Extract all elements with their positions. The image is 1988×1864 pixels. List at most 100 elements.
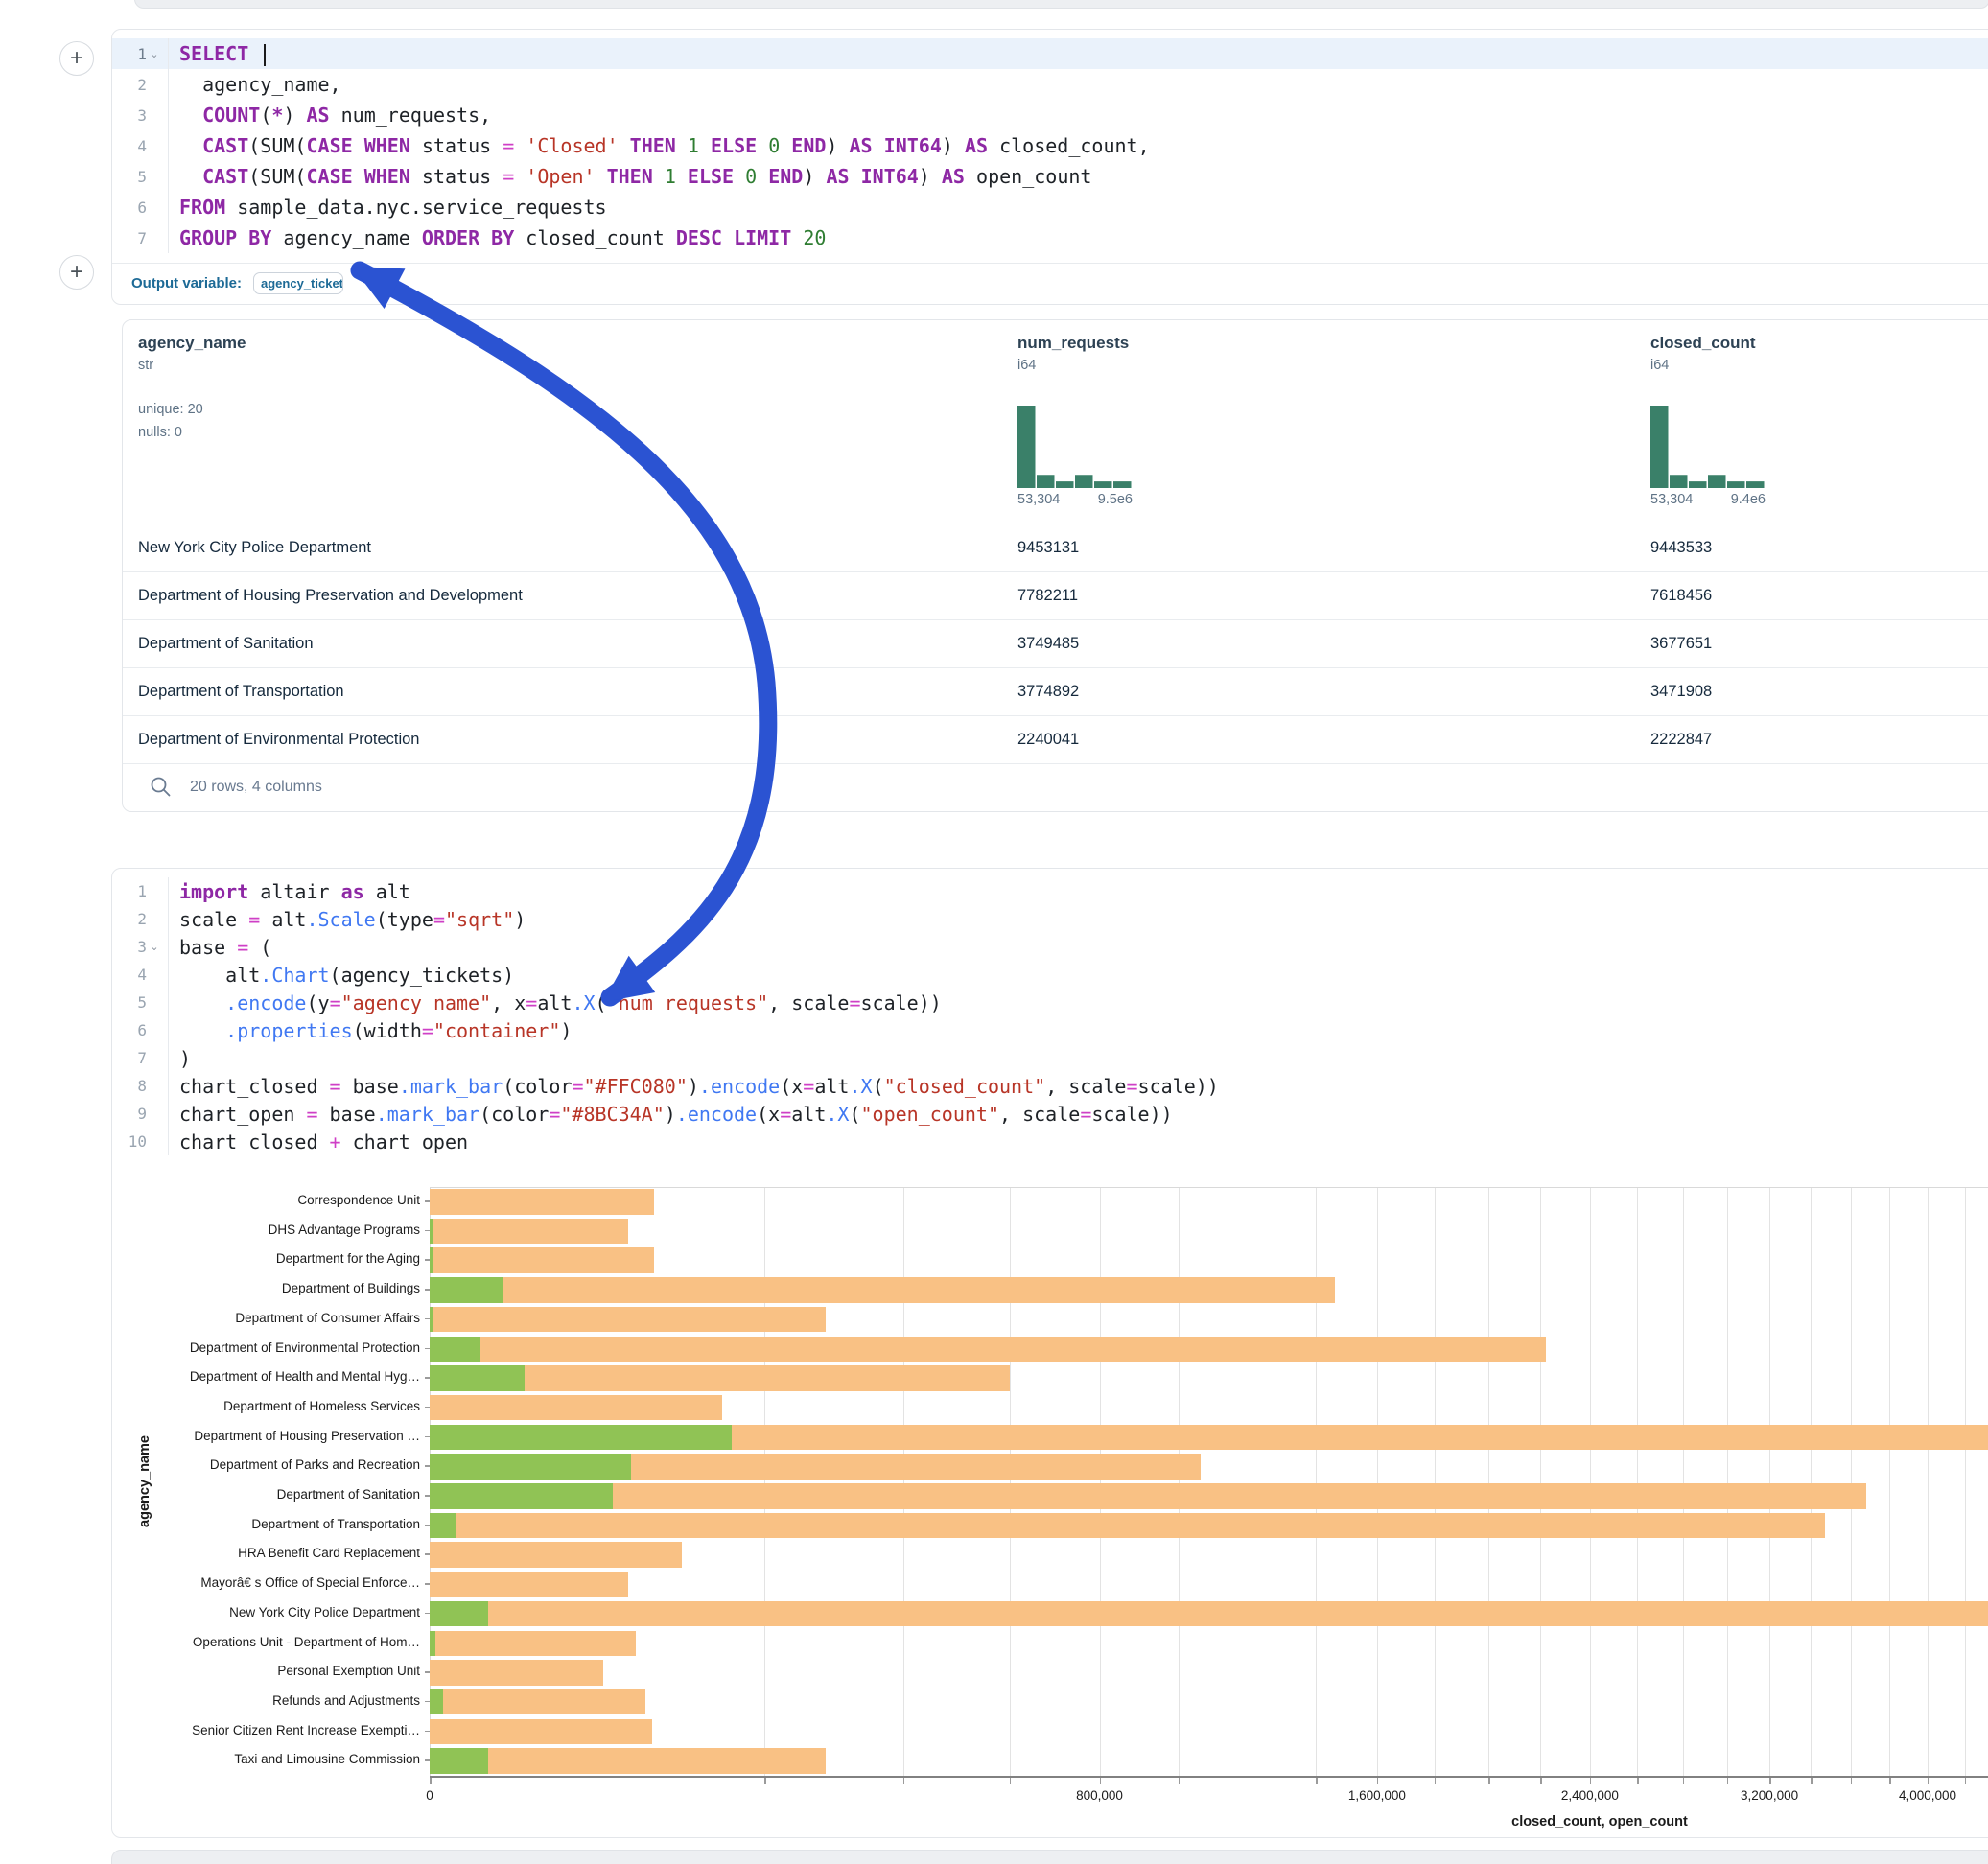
table-body: New York City Police Department945313194… [123, 524, 1988, 764]
plot-left-border [430, 1187, 431, 1776]
code-text: alt.Chart(agency_tickets) [169, 964, 514, 987]
chart-x-tick [1488, 1778, 1490, 1784]
table-row[interactable]: New York City Police Department945313194… [123, 524, 1988, 572]
chart-bar-open [430, 1307, 433, 1333]
table-row[interactable]: Department of Environmental Protection22… [123, 716, 1988, 764]
value-cell: 3471908 [1650, 668, 1712, 715]
table-header: agency_namestrunique: 20nulls: 0num_requ… [123, 320, 1988, 524]
chart-y-tick [425, 1759, 430, 1761]
chart-y-tick [425, 1377, 430, 1379]
chart-y-tick [425, 1318, 430, 1320]
code-line[interactable]: 5 .encode(y="agency_name", x=alt.X("num_… [112, 989, 1988, 1016]
code-line[interactable]: 10chart_closed + chart_open [112, 1128, 1988, 1155]
chart-x-tick [764, 1778, 766, 1784]
code-line[interactable]: 2 agency_name, [112, 69, 1988, 100]
chart-y-label: New York City Police Department [142, 1605, 420, 1620]
previous-cell-edge [134, 0, 1988, 9]
plot-top-border [430, 1187, 1988, 1188]
chart-bar-open [430, 1425, 732, 1451]
table-row[interactable]: Department of Transportation377489234719… [123, 668, 1988, 716]
chart-y-label: Operations Unit - Department of Hom… [142, 1635, 420, 1650]
output-variable-row: Output variable: agency_tickets [112, 263, 1988, 304]
value-cell: 9443533 [1650, 524, 1712, 571]
chart-x-tick [1377, 1778, 1379, 1784]
chart-bar-closed [430, 1337, 1546, 1363]
line-number: 4 [112, 137, 147, 155]
code-text: GROUP BY agency_name ORDER BY closed_cou… [169, 226, 826, 249]
chart-bar-open [430, 1513, 456, 1539]
code-line[interactable]: 5 CAST(SUM(CASE WHEN status = 'Open' THE… [112, 161, 1988, 192]
chart-y-label: Department of Housing Preservation … [142, 1429, 420, 1444]
chart-y-label: Department of Transportation [142, 1517, 420, 1532]
chart-x-tick [430, 1778, 432, 1784]
chart-gridline [1540, 1187, 1541, 1776]
code-text: CAST(SUM(CASE WHEN status = 'Closed' THE… [169, 134, 1150, 157]
line-number: 10 [112, 1132, 147, 1151]
add-cell-button-top[interactable]: + [59, 41, 94, 76]
chart-gridline [1100, 1187, 1101, 1776]
chart-x-tick [1811, 1778, 1813, 1784]
notebook-canvas: + + 1⌄SELECT 2 agency_name,3 COUNT(*) AS… [0, 0, 1988, 1864]
chart-bar-closed [430, 1689, 645, 1715]
python-code-editor[interactable]: 1import altair as alt2scale = alt.Scale(… [112, 869, 1988, 1165]
sql-code-editor[interactable]: 1⌄SELECT 2 agency_name,3 COUNT(*) AS num… [112, 30, 1988, 263]
line-number: 3 [112, 938, 147, 956]
code-text: base = ( [169, 936, 271, 959]
code-line[interactable]: 1import altair as alt [112, 877, 1988, 905]
chart-bar-closed [430, 1572, 628, 1597]
line-number: 8 [112, 1077, 147, 1095]
column-stat: unique: 20 [138, 398, 246, 421]
chart-y-label: Department of Health and Mental Hyg… [142, 1369, 420, 1385]
column-name: num_requests [1017, 334, 1129, 353]
code-text: COUNT(*) AS num_requests, [169, 104, 491, 127]
chart-x-tick [1435, 1778, 1437, 1784]
histogram-max-label: 9.4e6 [1731, 492, 1766, 507]
chart-bar-closed [430, 1454, 1201, 1480]
search-icon[interactable] [150, 776, 173, 799]
column-header[interactable]: num_requestsi6453,3049.5e6 [1017, 334, 1129, 373]
code-line[interactable]: 3 COUNT(*) AS num_requests, [112, 100, 1988, 130]
chart-y-label: Mayorâ€ s Office of Special Enforce… [142, 1575, 420, 1591]
code-line[interactable]: 4 CAST(SUM(CASE WHEN status = 'Closed' T… [112, 130, 1988, 161]
line-number: 1 [112, 882, 147, 900]
chart-x-axis-title: closed_count, open_count [1456, 1814, 1743, 1829]
text-cursor [264, 44, 266, 66]
column-header[interactable]: closed_counti6453,3049.4e6 [1650, 334, 1756, 373]
column-header[interactable]: agency_namestrunique: 20nulls: 0 [138, 334, 246, 444]
code-line[interactable]: 1⌄SELECT [112, 38, 1988, 69]
code-line[interactable]: 7) [112, 1044, 1988, 1072]
code-line[interactable]: 8chart_closed = base.mark_bar(color="#FF… [112, 1072, 1988, 1100]
chart-y-label: Refunds and Adjustments [142, 1693, 420, 1709]
agency-name-cell: Department of Housing Preservation and D… [138, 572, 523, 619]
add-cell-button-mid[interactable]: + [59, 255, 94, 290]
chart-gridline [1010, 1187, 1011, 1776]
chart-x-tick [1683, 1778, 1685, 1784]
chart-bar-closed [430, 1219, 628, 1245]
output-variable-chip[interactable]: agency_tickets [253, 272, 343, 294]
histogram-min-label: 53,304 [1650, 492, 1693, 507]
chart-bar-open [430, 1748, 488, 1774]
chart-bar-closed [430, 1513, 1825, 1539]
code-line[interactable]: 6FROM sample_data.nyc.service_requests [112, 192, 1988, 222]
code-line[interactable]: 3⌄ base = ( [112, 933, 1988, 961]
chart-y-label: Department of Consumer Affairs [142, 1311, 420, 1326]
chart-bar-closed [430, 1189, 654, 1215]
fold-toggle-icon[interactable]: ⌄ [147, 48, 162, 60]
code-line[interactable]: 9chart_open = base.mark_bar(color="#8BC3… [112, 1100, 1988, 1128]
value-cell: 3677651 [1650, 620, 1712, 667]
code-line[interactable]: 6 .properties(width="container") [112, 1016, 1988, 1044]
fold-toggle-icon[interactable]: ⌄ [147, 941, 162, 953]
table-row[interactable]: Department of Sanitation37494853677651 [123, 620, 1988, 668]
chart-gridline [1727, 1187, 1728, 1776]
code-line[interactable]: 2scale = alt.Scale(type="sqrt") [112, 905, 1988, 933]
chart-y-label: Personal Exemption Unit [142, 1664, 420, 1679]
agency-name-cell: Department of Sanitation [138, 620, 314, 667]
chart-y-tick [425, 1465, 430, 1467]
chart-bar-open [430, 1689, 443, 1715]
table-row[interactable]: Department of Housing Preservation and D… [123, 572, 1988, 620]
code-line[interactable]: 4 alt.Chart(agency_tickets) [112, 961, 1988, 989]
chart-gridline [1928, 1187, 1929, 1776]
code-line[interactable]: 7GROUP BY agency_name ORDER BY closed_co… [112, 222, 1988, 253]
column-name: closed_count [1650, 334, 1756, 353]
column-type: str [138, 358, 246, 373]
